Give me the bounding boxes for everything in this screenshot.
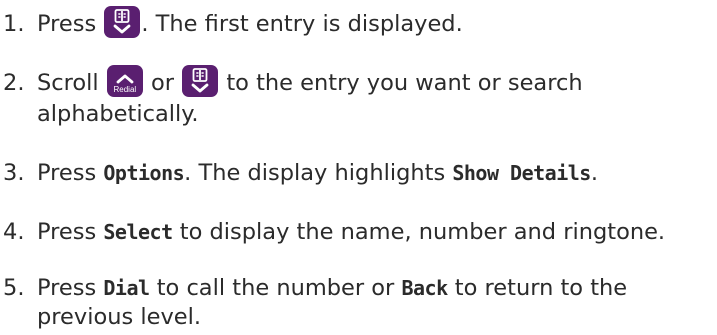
step-4: 4. Press Select to display the name, numb…: [0, 215, 717, 249]
step-text-part: Press: [37, 11, 104, 37]
step-number: 1.: [3, 11, 25, 37]
step-text-part: Scroll: [37, 70, 106, 96]
step-text-part: .: [590, 160, 598, 186]
step-number: 5.: [3, 275, 25, 301]
step-number: 3.: [3, 160, 25, 186]
step-number: 2.: [3, 70, 25, 96]
step-text: Press Dial to call the number or Back to…: [37, 275, 627, 301]
redial-up-key-icon: Redial: [106, 65, 143, 97]
display-text-dial: Dial: [103, 276, 150, 300]
step-text: Press . The first entry is displayed.: [37, 6, 463, 38]
step-2: 2. Scroll Redial or to the entry you want…: [0, 65, 717, 100]
step-text: Press Select to display the name, number…: [37, 219, 665, 245]
phonebook-down-glyph: [191, 68, 209, 93]
step-1: 1. Press . The first entry is displayed.: [0, 6, 717, 41]
display-text-show-details: Show Details: [452, 161, 591, 185]
display-text-select: Select: [103, 220, 173, 244]
redial-key-label: Redial: [113, 85, 137, 94]
section-heading-text: [148, 0, 448, 2]
step-text-part: Press: [37, 219, 104, 245]
step-text-part: to return to the: [447, 275, 628, 301]
step-3: 3. Press Options. The display highlights …: [0, 156, 717, 190]
phonebook-down-key-icon: [182, 65, 219, 97]
step-2-continuation: alphabetically.: [37, 101, 199, 127]
step-text: Scroll Redial or to the entry you want o…: [37, 65, 583, 97]
display-text-options: Options: [103, 161, 185, 185]
step-text-part: Press: [37, 275, 104, 301]
section-heading-fragment: [0, 0, 717, 2]
step-text-part: or: [143, 70, 182, 96]
step-text-part: to call the number or: [149, 275, 402, 301]
display-text-back: Back: [401, 276, 448, 300]
step-text-part: to the entry you want or search: [219, 70, 583, 96]
step-text-part: Press: [37, 160, 104, 186]
phonebook-down-glyph: [113, 9, 131, 34]
step-text-part: . The first entry is displayed.: [141, 11, 463, 37]
phonebook-down-key-icon: [104, 6, 141, 38]
step-text-part: . The display highlights: [184, 160, 453, 186]
step-5-continuation: previous level.: [37, 304, 202, 330]
step-text: Press Options. The display highlights Sh…: [37, 160, 598, 186]
step-text-part: to display the name, number and ringtone…: [172, 219, 666, 245]
step-number: 4.: [3, 219, 25, 245]
